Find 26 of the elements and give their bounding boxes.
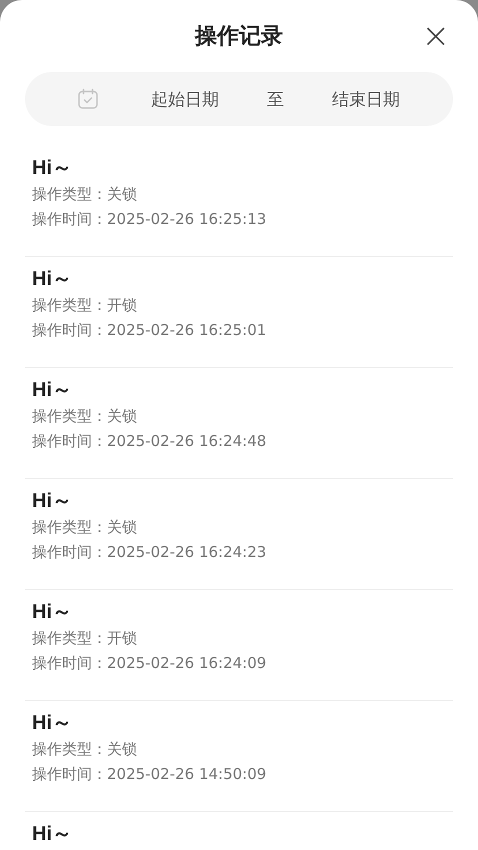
operation-type: 操作类型：关锁 <box>32 406 138 427</box>
operation-time: 操作时间：2025-02-26 16:25:01 <box>32 320 268 341</box>
operation-type: 操作类型：关锁 <box>32 184 138 205</box>
date-range-field[interactable]: 起始日期 至 结束日期 <box>25 72 453 126</box>
operation-time: 操作时间：2025-02-26 14:50:09 <box>32 764 268 785</box>
operation-type: 操作类型：开锁 <box>32 628 138 649</box>
start-date-placeholder: 起始日期 <box>151 88 219 110</box>
operation-time: 操作时间：2025-02-26 16:24:09 <box>32 653 268 674</box>
record-name: Hi～ <box>32 267 73 292</box>
end-date-placeholder: 结束日期 <box>332 88 400 110</box>
record-name: Hi～ <box>32 378 73 403</box>
dialog-title: 操作记录 <box>195 23 283 51</box>
record-name: Hi～ <box>32 822 73 847</box>
range-separator: 至 <box>267 88 284 110</box>
operation-type: 操作类型：开锁 <box>32 295 138 316</box>
operation-type: 操作类型：关锁 <box>32 517 138 538</box>
record-name: Hi～ <box>32 156 73 181</box>
record-name: Hi～ <box>32 489 73 514</box>
record-name: Hi～ <box>32 711 73 736</box>
close-button[interactable]: × <box>418 18 454 54</box>
record-name: Hi～ <box>32 600 73 625</box>
calendar-icon <box>77 88 99 110</box>
operation-type: 操作类型：关锁 <box>32 739 138 760</box>
operation-time: 操作时间：2025-02-26 16:24:48 <box>32 431 268 452</box>
operation-time: 操作时间：2025-02-26 16:24:23 <box>32 542 268 563</box>
operation-time: 操作时间：2025-02-26 16:25:13 <box>32 209 268 230</box>
